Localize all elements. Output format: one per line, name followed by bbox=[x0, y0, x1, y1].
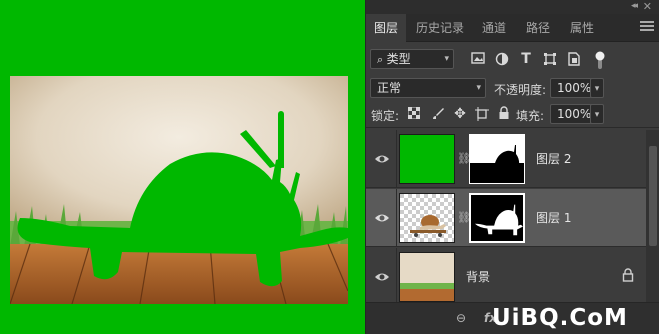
filter-row: ⌕ 类型 ▾ T bbox=[366, 44, 659, 74]
layer-row-layer-2[interactable]: ⛓ 图层 2 bbox=[366, 130, 646, 188]
search-icon: ⌕ bbox=[377, 53, 387, 66]
panel-title-strip: ◂◂ ✕ bbox=[366, 0, 659, 14]
tab-properties[interactable]: 属性 bbox=[562, 14, 602, 42]
adjustment-filter-icon[interactable] bbox=[494, 52, 510, 68]
close-panel-icon[interactable]: ✕ bbox=[643, 0, 652, 13]
layer-row-layer-1[interactable]: ⛓ 图层 1 bbox=[366, 189, 646, 247]
fill-value: 100% bbox=[557, 107, 592, 121]
lock-label: 锁定: bbox=[371, 109, 400, 123]
chevron-down-icon: ▾ bbox=[444, 54, 449, 64]
layer-name[interactable]: 图层 2 bbox=[536, 150, 571, 167]
layers-scrollbar[interactable] bbox=[646, 130, 659, 302]
lock-all-icon[interactable] bbox=[496, 106, 512, 122]
snail-silhouette-artwork bbox=[10, 76, 348, 304]
mask-link-icon[interactable]: ⛓ bbox=[457, 152, 471, 166]
blend-mode-value: 正常 bbox=[377, 81, 402, 95]
layer-mask-thumbnail[interactable] bbox=[469, 134, 525, 184]
blend-row: 正常 ▾ 不透明度: 100% ▾ bbox=[366, 74, 659, 102]
visibility-eye-icon[interactable] bbox=[374, 151, 390, 167]
layer-row-background[interactable]: 背景 bbox=[366, 248, 646, 306]
filter-kind-label: 类型 bbox=[386, 52, 411, 66]
filter-kind-select[interactable]: ⌕ 类型 ▾ bbox=[370, 49, 454, 69]
canvas-photo bbox=[10, 76, 348, 304]
visibility-eye-icon[interactable] bbox=[374, 269, 390, 285]
tab-paths[interactable]: 路径 bbox=[518, 14, 558, 42]
tab-history[interactable]: 历史记录 bbox=[408, 14, 472, 42]
shape-filter-icon[interactable] bbox=[542, 52, 558, 68]
layer-mask-thumbnail[interactable] bbox=[469, 193, 525, 243]
mask-snail-shape-icon bbox=[471, 195, 523, 241]
background-photo-image bbox=[400, 253, 454, 301]
layer-thumbnail[interactable] bbox=[399, 252, 455, 302]
chevron-down-icon: ▾ bbox=[476, 83, 481, 93]
lock-artboard-icon[interactable] bbox=[474, 107, 490, 123]
opacity-dropdown-icon[interactable]: ▾ bbox=[590, 78, 604, 98]
fill-dropdown-icon[interactable]: ▾ bbox=[590, 104, 604, 124]
mask-link-icon[interactable]: ⛓ bbox=[457, 211, 471, 225]
filter-toggle-icon[interactable] bbox=[592, 50, 608, 69]
lock-transparent-icon[interactable] bbox=[406, 106, 422, 123]
layer-lock-icon bbox=[622, 268, 634, 282]
lock-row: 锁定: ✥ 填充: 100% ▾ bbox=[366, 102, 659, 128]
document-canvas[interactable] bbox=[0, 0, 365, 334]
scrollbar-thumb[interactable] bbox=[649, 146, 657, 246]
layer-thumbnail[interactable] bbox=[399, 193, 455, 243]
tab-layers[interactable]: 图层 bbox=[366, 14, 407, 42]
visibility-eye-icon[interactable] bbox=[374, 210, 390, 226]
layer-thumbnail[interactable] bbox=[399, 134, 455, 184]
tab-channels[interactable]: 通道 bbox=[474, 14, 514, 42]
lock-pixels-icon[interactable] bbox=[430, 107, 446, 123]
link-layers-icon[interactable]: ⊖ bbox=[456, 311, 466, 325]
panel-menu-icon[interactable] bbox=[640, 21, 654, 33]
layers-panel: ◂◂ ✕ 图层 历史记录 通道 路径 属性 ⌕ 类型 ▾ T 正常 ▾ 不透明度… bbox=[365, 0, 659, 334]
panel-tab-bar: 图层 历史记录 通道 路径 属性 bbox=[366, 14, 659, 42]
image-filter-icon[interactable] bbox=[470, 52, 486, 68]
type-filter-icon[interactable]: T bbox=[518, 51, 534, 67]
opacity-value: 100% bbox=[557, 81, 592, 95]
mask-snail-shape-icon bbox=[470, 135, 524, 177]
fill-label: 填充: bbox=[516, 109, 545, 123]
snail-skateboard-image bbox=[410, 215, 446, 237]
lock-position-icon[interactable]: ✥ bbox=[452, 106, 468, 122]
watermark-text: UiBQ.CoM bbox=[492, 305, 628, 331]
layer-name[interactable]: 图层 1 bbox=[536, 209, 571, 226]
smart-object-filter-icon[interactable] bbox=[566, 52, 582, 68]
blend-mode-select[interactable]: 正常 ▾ bbox=[370, 78, 486, 98]
layer-name[interactable]: 背景 bbox=[466, 268, 490, 285]
opacity-label: 不透明度: bbox=[494, 83, 547, 97]
collapse-panel-icon[interactable]: ◂◂ bbox=[631, 1, 638, 11]
